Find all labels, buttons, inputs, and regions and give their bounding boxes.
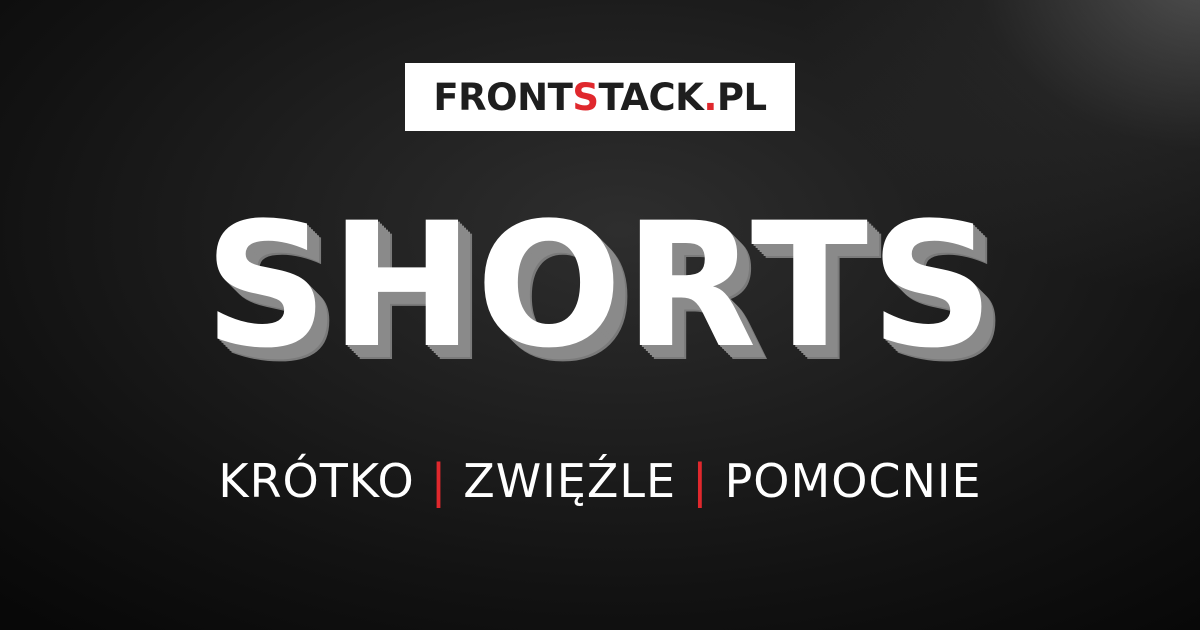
tagline-separator: |: [430, 454, 448, 508]
headline: SHORTS: [204, 185, 996, 386]
logo-part-pl: PL: [716, 75, 767, 119]
logo-accent-s: S: [572, 75, 599, 119]
tagline-word-zwiezle: ZWIĘŹLE: [463, 454, 677, 508]
tagline-word-krotko: KRÓTKO: [218, 454, 415, 508]
logo-part-front: FRONT: [433, 75, 573, 119]
banner: FRONTSTACK.PL SHORTS KRÓTKO | ZWIĘŹLE | POMO…: [0, 0, 1200, 630]
logo-wordmark: FRONTSTACK.PL: [433, 75, 767, 119]
tagline-separator: |: [692, 454, 709, 508]
tagline-word-pomocnie: POMOCNIE: [724, 454, 982, 508]
logo: FRONTSTACK.PL: [405, 63, 795, 131]
logo-accent-dot: .: [703, 75, 717, 119]
tagline: KRÓTKO | ZWIĘŹLE | POMOCNIE: [0, 458, 1200, 504]
logo-part-tack: TACK: [598, 75, 704, 119]
